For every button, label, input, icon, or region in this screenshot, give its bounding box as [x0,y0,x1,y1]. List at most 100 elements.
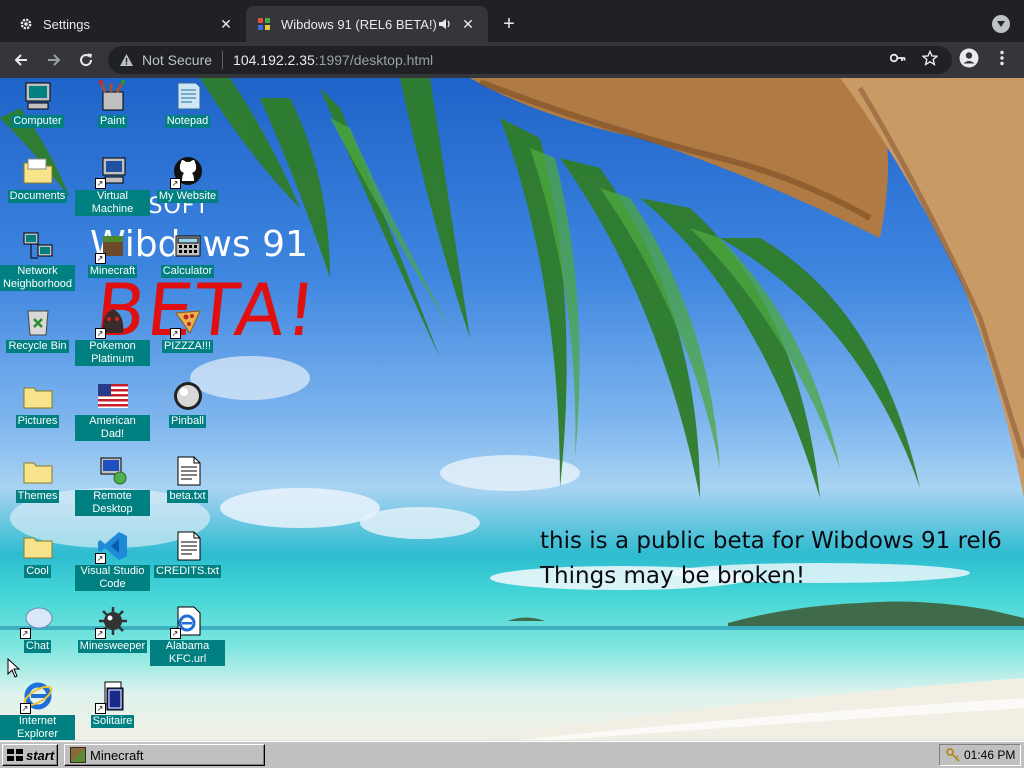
tab-search-icon[interactable] [992,15,1010,33]
desktop-icon-documents[interactable]: Documents [0,153,75,203]
clock[interactable]: 01:46 PM [964,748,1015,762]
pinball-icon [172,380,204,412]
folder-icon [22,530,54,562]
taskbar-button-minecraft[interactable]: Minecraft [64,744,265,766]
shortcut-arrow-icon: ↗ [94,703,106,714]
back-icon[interactable] [9,48,33,72]
close-icon[interactable]: ✕ [458,14,478,34]
shortcut-arrow-icon: ↗ [19,703,31,714]
desktop-icon-network-neighborhood[interactable]: Network Neighborhood [0,228,75,291]
desktop-icon-pinball[interactable]: Pinball [150,378,225,428]
icon-label: Solitaire [90,715,135,728]
menu-dots-icon[interactable] [992,48,1012,68]
desktop-icon-chat[interactable]: ↗ Chat [0,603,75,653]
minesweeper-icon: ↗ [94,605,129,639]
icon-label: Themes [15,490,60,503]
pokemon-icon: ↗ [94,305,129,339]
desktop-icon-minecraft[interactable]: ↗ Minecraft [75,228,150,278]
desktop-icon-minesweeper[interactable]: ↗ Minesweeper [75,603,150,653]
reload-icon[interactable] [74,48,98,72]
desktop-icon-american-dad[interactable]: American Dad! [75,378,150,441]
desktop-icon-alabama-kfc-url[interactable]: ↗ Alabama KFC.url [150,603,225,666]
taskbar: start Minecraft 01:46 PM [0,740,1024,768]
icon-label: Internet Explorer [0,715,75,740]
icon-label: Chat [23,640,52,653]
key-icon[interactable] [888,48,908,68]
gear-icon [18,16,34,32]
paint-icon [97,79,129,112]
chat-icon: ↗ [19,605,54,639]
icon-label: Alabama KFC.url [150,640,225,666]
icon-label: Pinball [168,415,207,428]
icon-label: Documents [7,190,68,203]
shortcut-arrow-icon: ↗ [94,178,106,189]
desktop-icon-calculator[interactable]: Calculator [150,228,225,278]
close-icon[interactable]: ✕ [216,14,236,34]
desktop-icon-credits-txt[interactable]: CREDITS.txt [150,528,225,578]
desktop-icon-recycle-bin[interactable]: Recycle Bin [0,303,75,353]
network-icon [22,230,54,262]
desktop[interactable]: MIKASOFT Wibdows 91 BETA! Computer Docum… [0,78,1024,740]
browser-toolbar: Not Secure 104.192.2.35:1997/desktop.htm… [0,42,1024,78]
icon-label: Pokemon Platinum [75,340,150,366]
forward-icon[interactable] [42,48,66,72]
audio-icon[interactable] [436,15,454,33]
key-icon[interactable] [946,748,960,762]
icon-label: beta.txt [167,490,208,503]
icon-label: Visual Studio Code [75,565,150,591]
security-label: Not Secure [142,52,213,68]
internet-explorer-icon: ↗ [19,680,54,714]
icon-label: Cool [24,565,51,578]
shortcut-arrow-icon: ↗ [94,553,106,564]
icon-label: Remote Desktop [75,490,150,516]
icon-label: Recycle Bin [6,340,69,353]
beta-notice-line1: this is a public beta for Wibdows 91 rel… [540,528,1002,554]
icon-label: My Website [156,190,219,203]
start-button[interactable]: start [2,744,58,766]
new-tab-button[interactable]: + [498,13,520,35]
url-host: 104.192.2.35 [233,52,315,68]
desktop-icon-pizzza[interactable]: ↗ PIZZZA!!! [150,303,225,353]
shortcut-arrow-icon: ↗ [169,328,181,339]
desktop-icon-my-website[interactable]: ↗ My Website [150,153,225,203]
url-path: :1997/desktop.html [314,52,434,68]
desktop-icon-solitaire[interactable]: ↗ Solitaire [75,678,150,728]
shortcut-arrow-icon: ↗ [169,178,181,189]
tab-title: Wibdows 91 (REL6 BETA!) [281,16,436,32]
vscode-icon: ↗ [94,530,129,564]
profile-icon[interactable] [959,48,979,68]
taskbar-button-label: Minecraft [90,747,144,763]
desktop-icon-visual-studio-code[interactable]: ↗ Visual Studio Code [75,528,150,591]
address-bar[interactable]: Not Secure 104.192.2.35:1997/desktop.htm… [108,46,952,74]
desktop-icon-themes[interactable]: Themes [0,453,75,503]
warning-icon[interactable] [118,52,134,68]
tab-wibdows[interactable]: Wibdows 91 (REL6 BETA!) ✕ [246,6,488,42]
folder-icon [22,380,54,412]
desktop-icon-virtual-machine[interactable]: ↗ Virtual Machine [75,153,150,216]
shortcut-arrow-icon: ↗ [94,253,106,264]
computer-icon [22,80,54,112]
notepad-icon [172,80,204,112]
icon-label: CREDITS.txt [154,565,221,578]
tab-settings[interactable]: Settings ✕ [8,6,246,42]
system-tray: 01:46 PM [939,744,1021,766]
desktop-icon-remote-desktop[interactable]: Remote Desktop [75,453,150,516]
desktop-icon-notepad[interactable]: Notepad [150,78,225,128]
beta-notice-line2: Things may be broken! [540,563,806,589]
folder-icon [22,155,54,187]
desktop-icon-internet-explorer[interactable]: ↗ Internet Explorer [0,678,75,740]
desktop-icon-cool[interactable]: Cool [0,528,75,578]
beta-notice: this is a public beta for Wibdows 91 rel… [540,524,1002,594]
icon-label: American Dad! [75,415,150,441]
desktop-icon-beta-txt[interactable]: beta.txt [150,453,225,503]
icon-label: Computer [11,115,64,128]
desktop-icon-pictures[interactable]: Pictures [0,378,75,428]
shortcut-arrow-icon: ↗ [94,628,106,639]
desktop-icon-paint[interactable]: Paint [75,78,150,128]
desktop-icon-computer[interactable]: Computer [0,78,75,128]
flag-icon [97,380,129,412]
desktop-icon-pokemon-platinum[interactable]: ↗ Pokemon Platinum [75,303,150,366]
minecraft-icon [70,747,86,763]
bookmark-star-icon[interactable] [920,48,940,68]
icon-label: Notepad [164,115,211,128]
